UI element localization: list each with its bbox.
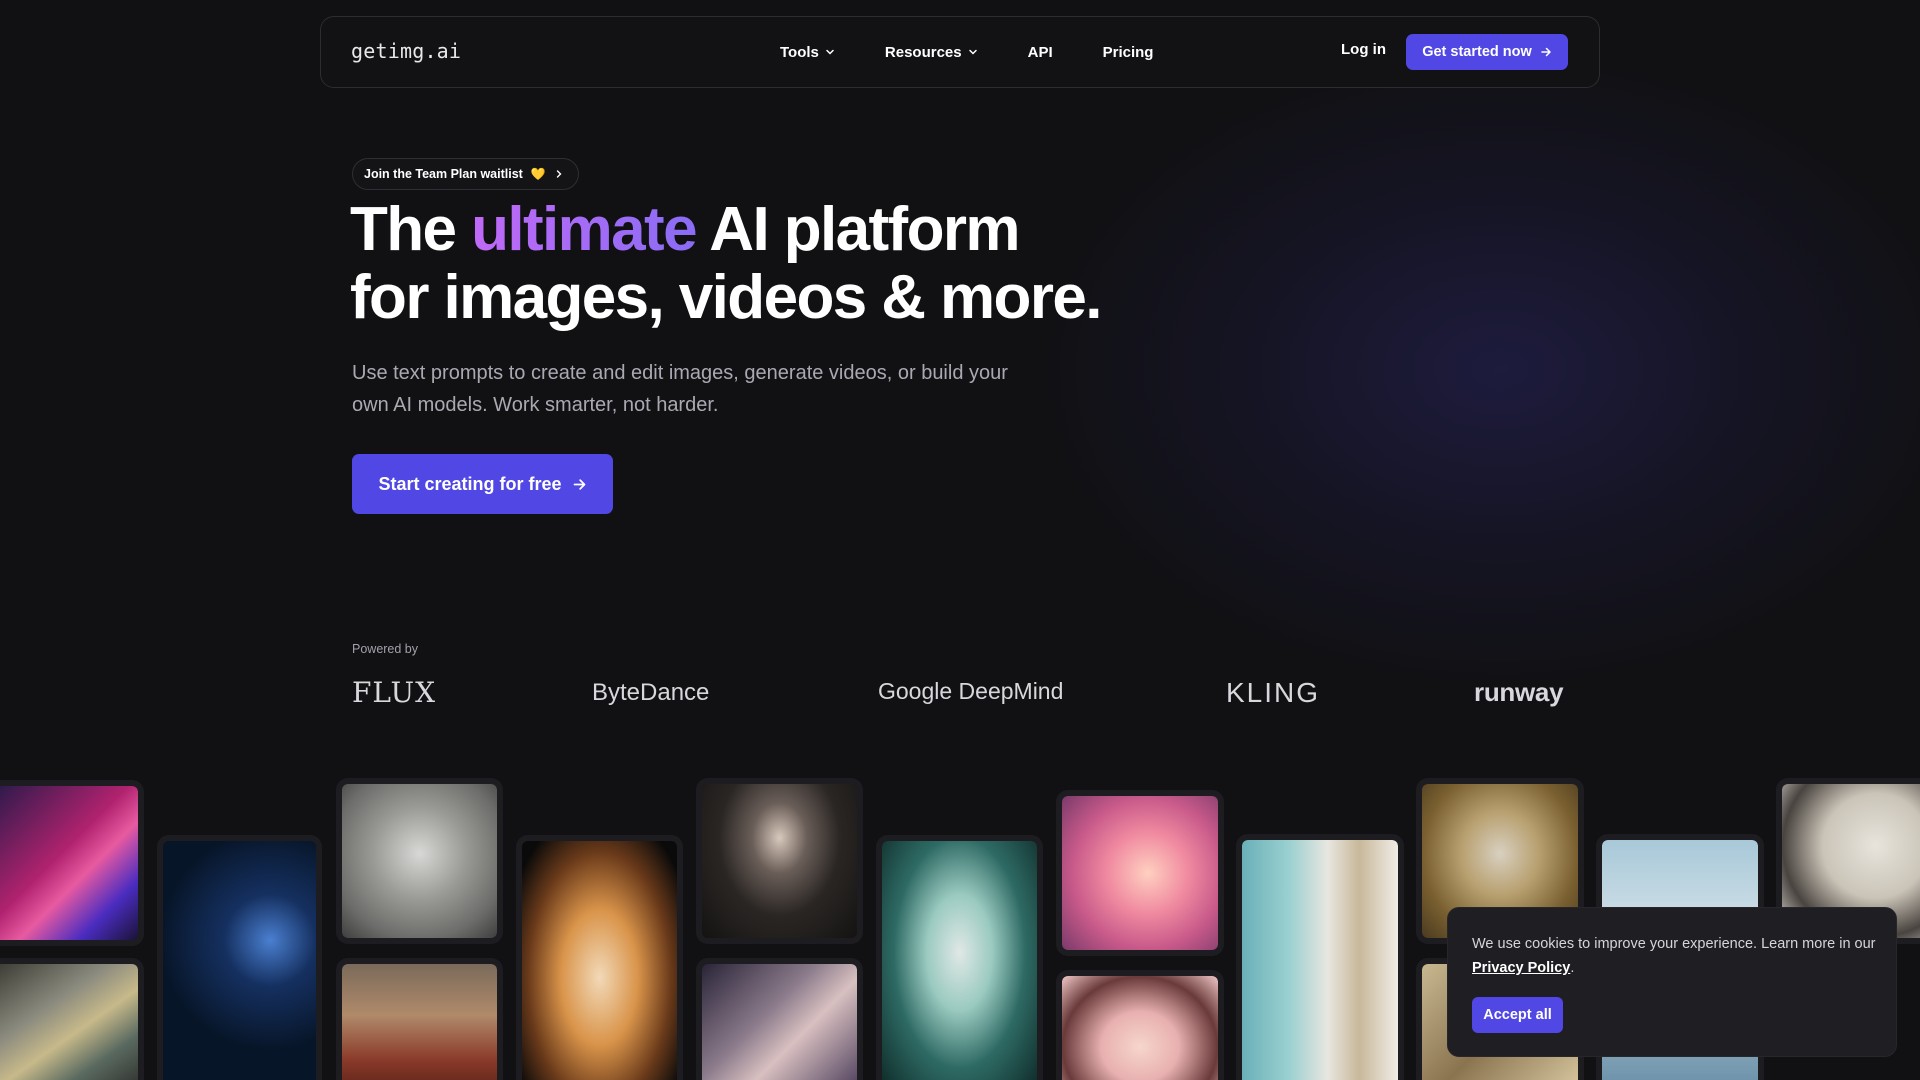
background-glow bbox=[1050, 60, 1920, 680]
gallery-tile[interactable] bbox=[157, 835, 322, 1080]
monk-portrait-image bbox=[342, 964, 497, 1080]
fairy-woman-image bbox=[702, 964, 857, 1080]
hero-subtitle: Use text prompts to create and edit imag… bbox=[352, 362, 1008, 416]
start-creating-button[interactable]: Start creating for free bbox=[352, 454, 613, 514]
gallery-tile[interactable] bbox=[336, 958, 503, 1080]
team-plan-waitlist-pill[interactable]: Join the Team Plan waitlist 💛 bbox=[352, 158, 579, 190]
butterfly-woman-image bbox=[882, 841, 1037, 1080]
gallery-tile[interactable] bbox=[1056, 970, 1224, 1080]
cookie-banner: We use cookies to improve your experienc… bbox=[1447, 907, 1897, 1057]
chevron-right-icon bbox=[556, 170, 562, 178]
headline-line2: for images, videos & more. bbox=[350, 263, 1102, 332]
anime-bob-girl-image bbox=[1062, 976, 1218, 1080]
get-started-button[interactable]: Get started now bbox=[1406, 34, 1568, 70]
gallery-tile[interactable] bbox=[516, 835, 683, 1080]
login-link[interactable]: Log in bbox=[1341, 41, 1386, 58]
anime-pink-girl-image bbox=[1062, 796, 1218, 950]
woman-black-dress-image bbox=[702, 784, 857, 938]
gallery-tile[interactable] bbox=[696, 958, 863, 1080]
heart-icon: 💛 bbox=[530, 167, 546, 181]
gallery-tile[interactable] bbox=[0, 958, 144, 1080]
gallery-tile[interactable] bbox=[0, 780, 144, 946]
gallery-tile[interactable] bbox=[336, 778, 503, 944]
cookie-text: We use cookies to improve your experienc… bbox=[1472, 932, 1882, 980]
arrow-right-icon bbox=[1541, 47, 1551, 57]
nav-api[interactable]: API bbox=[1028, 44, 1053, 61]
headline-accent: ultimate bbox=[471, 195, 698, 264]
nav-pricing-label: Pricing bbox=[1102, 43, 1154, 61]
arrow-right-icon bbox=[573, 478, 585, 490]
nav-links: Tools Resources API Pricing bbox=[780, 17, 1153, 87]
gallery-tile[interactable] bbox=[1236, 834, 1404, 1080]
snow-leopard-image bbox=[342, 784, 497, 938]
polygon-dog-image bbox=[0, 964, 138, 1080]
kling-logo: KLING bbox=[1226, 677, 1321, 708]
powered-by-label: Powered by bbox=[352, 642, 419, 656]
top-navbar: getimg.ai Tools Resources API Pricing Lo… bbox=[320, 16, 1600, 88]
robot-skull-image bbox=[163, 841, 316, 1080]
start-creating-label: Start creating for free bbox=[378, 473, 562, 494]
accept-all-button[interactable]: Accept all bbox=[1472, 997, 1563, 1033]
runway-logo: runway bbox=[1474, 677, 1564, 707]
cookie-period: . bbox=[1570, 960, 1575, 976]
logo[interactable]: getimg.ai bbox=[351, 39, 461, 63]
corgi-image bbox=[522, 841, 677, 1080]
chevron-down-icon bbox=[968, 49, 977, 55]
nav-resources[interactable]: Resources bbox=[885, 44, 978, 61]
flux-logo: FLUX bbox=[352, 676, 437, 709]
bytedance-logo: ByteDance bbox=[592, 679, 710, 706]
get-started-label: Get started now bbox=[1422, 44, 1532, 60]
nav-tools[interactable]: Tools bbox=[780, 44, 835, 61]
nav-pricing[interactable]: Pricing bbox=[1103, 44, 1154, 61]
headline-post: AI platform bbox=[695, 195, 1020, 264]
kitchen-interior-image bbox=[1242, 840, 1398, 1080]
nav-tools-label: Tools bbox=[780, 43, 819, 61]
nav-api-label: API bbox=[1027, 43, 1053, 61]
gallery-tile[interactable] bbox=[876, 835, 1043, 1080]
gallery-tile[interactable] bbox=[1056, 790, 1224, 956]
privacy-policy-link[interactable]: Privacy Policy bbox=[1472, 960, 1570, 976]
headline-pre: The bbox=[350, 195, 472, 264]
google-deepmind-logo: Google DeepMind bbox=[878, 678, 1064, 704]
cookie-message: We use cookies to improve your experienc… bbox=[1472, 936, 1876, 952]
glitch-portrait-image bbox=[0, 786, 138, 940]
pill-label: Join the Team Plan waitlist bbox=[364, 167, 523, 181]
hero-headline: The ultimate AI platform for images, vid… bbox=[350, 195, 1102, 332]
gallery-tile[interactable] bbox=[696, 778, 863, 944]
chevron-down-icon bbox=[826, 49, 834, 55]
nav-resources-label: Resources bbox=[884, 43, 962, 61]
